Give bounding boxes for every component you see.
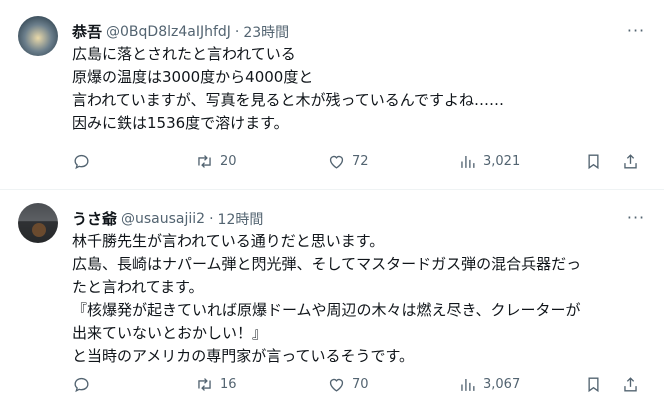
like-count: 70 <box>352 376 369 392</box>
tweet-text-line: 広島に落とされたと言われている <box>72 45 296 63</box>
tweet-header: 恭吾 @0BqD8lz4aIJhfdJ · 23時間 <box>72 21 289 42</box>
views-button[interactable]: 3,021 <box>458 149 520 173</box>
timestamp[interactable]: 12時間 <box>218 209 264 229</box>
like-count: 72 <box>352 153 369 169</box>
action-bar: 16 70 3,067 <box>60 372 650 396</box>
user-handle[interactable]: @0BqD8lz4aIJhfdJ <box>106 24 231 40</box>
tweet[interactable]: うさ爺 @usausajii2 · 12時間 ··· 林千勝先生が言われている通… <box>0 190 664 415</box>
reply-button[interactable] <box>72 372 91 396</box>
reply-icon <box>74 154 89 169</box>
tweet-text-line: 『核爆発が起きていれば原爆ドームや周辺の木々は燃え尽き、クレーターが <box>72 301 581 319</box>
tweet-text-line: たと言われてます。 <box>72 278 204 296</box>
tweet-header: うさ爺 @usausajii2 · 12時間 <box>72 208 263 229</box>
bookmark-icon <box>588 153 599 169</box>
retweet-count: 16 <box>220 376 237 392</box>
tweet-text-line: と当時のアメリカの専門家が言っているそうです。 <box>72 347 415 365</box>
display-name[interactable]: 恭吾 <box>72 21 102 42</box>
share-button[interactable] <box>621 149 640 173</box>
like-icon <box>329 378 344 392</box>
views-count: 3,067 <box>483 376 521 392</box>
views-icon <box>461 378 475 391</box>
tweet-text-line: 言われていますが、写真を見ると木が残っているんですよね…… <box>72 91 505 109</box>
tweet[interactable]: 恭吾 @0BqD8lz4aIJhfdJ · 23時間 ··· 広島に落とされたと… <box>0 0 664 190</box>
avatar[interactable] <box>18 16 58 56</box>
like-button[interactable]: 70 <box>327 372 369 396</box>
tweet-text-line: 因みに鉄は1536度で溶けます。 <box>72 114 289 132</box>
bookmark-icon <box>588 376 599 392</box>
views-button[interactable]: 3,067 <box>458 372 520 396</box>
separator-dot: · <box>234 23 240 40</box>
retweet-count: 20 <box>220 153 237 169</box>
bookmark-button[interactable] <box>584 372 603 396</box>
share-icon <box>624 376 637 392</box>
tweet-text-line: 広島、長崎はナパーム弾と閃光弾、そしてマスタードガス弾の混合兵器だっ <box>72 255 582 273</box>
reply-icon <box>74 377 89 392</box>
reply-button[interactable] <box>72 149 91 173</box>
like-button[interactable]: 72 <box>327 149 369 173</box>
views-icon <box>461 155 475 168</box>
like-icon <box>329 155 344 169</box>
tweet-text-line: 原爆の温度は3000度から4000度と <box>72 68 314 86</box>
views-count: 3,021 <box>483 153 521 169</box>
bookmark-button[interactable] <box>584 149 603 173</box>
retweet-button[interactable]: 20 <box>195 149 237 173</box>
share-icon <box>624 153 637 169</box>
retweet-icon <box>198 377 211 391</box>
share-button[interactable] <box>621 372 640 396</box>
tweet-text: 広島に落とされたと言われている 原爆の温度は3000度から4000度と 言われて… <box>72 43 644 135</box>
more-icon[interactable]: ··· <box>626 207 646 227</box>
retweet-icon <box>198 154 211 168</box>
timestamp[interactable]: 23時間 <box>243 22 289 42</box>
display-name[interactable]: うさ爺 <box>72 208 117 229</box>
tweet-text-line: 出来ていないとおかしい！』 <box>72 324 268 342</box>
tweet-text: 林千勝先生が言われている通りだと思います。 広島、長崎はナパーム弾と閃光弾、そし… <box>72 230 644 368</box>
more-icon[interactable]: ··· <box>626 20 646 40</box>
tweet-text-line: 林千勝先生が言われている通りだと思います。 <box>72 232 385 250</box>
action-bar: 20 72 3,021 <box>60 149 650 173</box>
avatar[interactable] <box>18 203 58 243</box>
user-handle[interactable]: @usausajii2 <box>121 211 205 227</box>
retweet-button[interactable]: 16 <box>195 372 237 396</box>
separator-dot: · <box>209 210 214 227</box>
